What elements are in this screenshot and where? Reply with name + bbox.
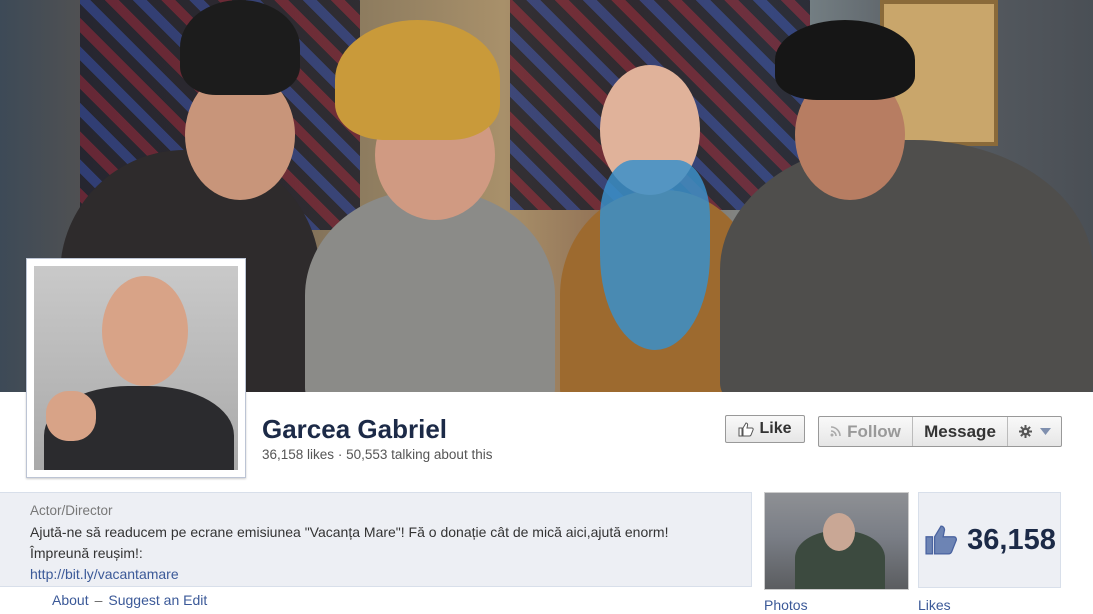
about-section: Actor/Director Ajută-ne să readucem pe e… — [0, 492, 752, 587]
cover-scarf — [600, 160, 710, 350]
thumbs-up-icon — [738, 421, 755, 437]
donation-link[interactable]: http://bit.ly/vacantamare — [30, 564, 730, 585]
settings-dropdown-button[interactable] — [1008, 417, 1061, 446]
caret-down-icon — [1039, 428, 1051, 435]
like-button-label: Like — [759, 420, 792, 437]
rss-icon — [830, 426, 841, 437]
like-button[interactable]: Like — [725, 415, 805, 443]
description-line-2: Împreună reușim!: — [30, 545, 143, 561]
about-links: About – Suggest an Edit — [52, 592, 207, 608]
thumbs-up-icon — [923, 524, 959, 556]
message-button-label: Message — [924, 421, 996, 441]
gear-icon — [1018, 425, 1032, 438]
likes-count-text: 36,158 likes — [262, 447, 335, 462]
likes-app-count: 36,158 — [967, 523, 1056, 556]
message-button[interactable]: Message — [913, 417, 1008, 446]
photos-app-label[interactable]: Photos — [764, 597, 808, 613]
stats-separator: · — [337, 447, 343, 462]
about-link[interactable]: About — [52, 592, 89, 608]
talking-about-text: 50,553 talking about this — [346, 447, 493, 462]
page-stats: 36,158 likes · 50,553 talking about this — [262, 447, 492, 462]
photos-app-thumbnail[interactable] — [764, 492, 909, 590]
cover-person-4 — [720, 140, 1093, 392]
profile-photo — [34, 266, 238, 470]
profile-hand — [46, 391, 96, 441]
page-description: Ajută-ne să readucem pe ecrane emisiunea… — [30, 522, 730, 585]
page-actions-group: Follow Message — [818, 416, 1062, 447]
page-title: Garcea Gabriel — [262, 414, 447, 444]
follow-button-label: Follow — [847, 421, 901, 441]
likes-app-label[interactable]: Likes — [918, 597, 951, 613]
cover-hat-2 — [335, 20, 500, 140]
page-category: Actor/Director — [30, 503, 113, 518]
suggest-edit-link[interactable]: Suggest an Edit — [108, 592, 207, 608]
cover-hat-1 — [180, 0, 300, 95]
profile-picture[interactable] — [26, 258, 246, 478]
likes-app-box[interactable]: 36,158 — [918, 492, 1061, 588]
profile-head — [102, 276, 188, 386]
cover-hat-4 — [775, 20, 915, 100]
about-link-separator: – — [94, 592, 103, 608]
description-line-1: Ajută-ne să readucem pe ecrane emisiunea… — [30, 524, 669, 540]
follow-button[interactable]: Follow — [819, 417, 913, 446]
photos-thumb-head — [823, 513, 855, 551]
cover-person-2 — [305, 190, 555, 392]
